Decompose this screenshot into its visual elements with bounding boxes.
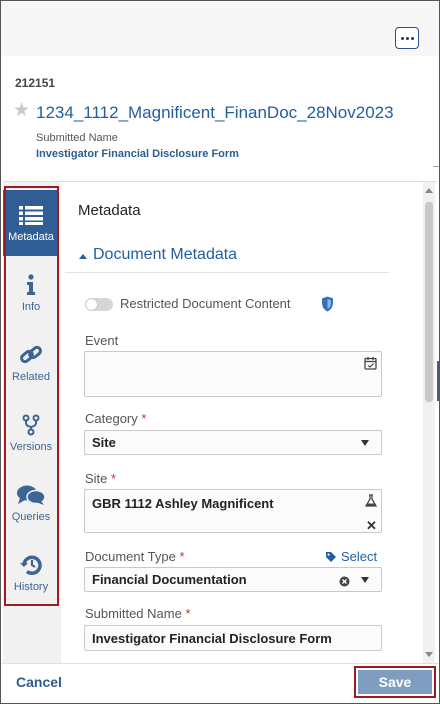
document-dialog: 212151 ★ 1234_1112_Magnificent_FinanDoc_… xyxy=(0,0,440,704)
ellipsis-icon xyxy=(400,36,404,40)
background-edge xyxy=(433,166,439,167)
sidebar-item-label: Info xyxy=(21,301,41,313)
details-panel: Metadata Info Related Versions Queries H… xyxy=(3,181,437,664)
shield-icon xyxy=(321,296,334,317)
sidebar-item-history[interactable]: History xyxy=(3,540,59,606)
submitted-name-input-value: Investigator Financial Disclosure Form xyxy=(92,631,332,646)
category-label: Category * xyxy=(85,411,147,426)
header-strip xyxy=(1,1,439,56)
star-icon[interactable]: ★ xyxy=(13,101,30,121)
document-type-label: Document Type * xyxy=(85,549,185,564)
metadata-content: Metadata Document Metadata Restricted Do… xyxy=(63,182,419,664)
dialog-footer: Cancel Save xyxy=(2,663,438,703)
scroll-up-arrow[interactable] xyxy=(425,188,433,193)
cancel-button[interactable]: Cancel xyxy=(16,674,62,690)
info-icon xyxy=(25,274,37,296)
event-label: Event xyxy=(85,333,119,348)
event-field[interactable] xyxy=(84,351,382,397)
sidebar-item-label: Versions xyxy=(9,441,53,453)
submitted-name-value: Investigator Financial Disclosure Form xyxy=(36,148,239,160)
scrollbar-thumb[interactable] xyxy=(425,202,433,402)
clear-circle-icon[interactable] xyxy=(339,574,350,592)
sidebar-item-label: Related xyxy=(12,371,50,383)
document-metadata-toggle[interactable]: Document Metadata xyxy=(65,237,389,273)
sidebar-item-versions[interactable]: Versions xyxy=(3,400,59,466)
chat-icon xyxy=(16,484,46,506)
save-button[interactable]: Save xyxy=(358,670,432,694)
site-value: GBR 1112 Ashley Magnificent xyxy=(92,496,274,511)
save-highlight-outline: Save xyxy=(354,666,436,698)
restricted-content-label: Restricted Document Content xyxy=(120,296,291,311)
more-options-button[interactable] xyxy=(395,27,419,49)
submitted-name-input[interactable]: Investigator Financial Disclosure Form xyxy=(84,625,382,651)
sidebar-item-related[interactable]: Related xyxy=(3,330,59,396)
chevron-down-icon[interactable] xyxy=(361,577,369,583)
scroll-down-arrow[interactable] xyxy=(425,652,433,657)
select-document-type-link[interactable]: Select xyxy=(325,549,377,564)
branch-icon xyxy=(22,414,40,436)
flask-icon[interactable] xyxy=(364,494,378,512)
sidebar-item-label: Metadata xyxy=(8,231,54,243)
sidebar-item-metadata[interactable]: Metadata xyxy=(3,190,59,256)
tag-icon xyxy=(326,551,336,562)
category-value: Site xyxy=(92,435,116,450)
document-title: 1234_1112_Magnificent_FinanDoc_28Nov2023 xyxy=(36,103,394,122)
group-title: Document Metadata xyxy=(93,246,238,263)
sidebar-item-info[interactable]: Info xyxy=(3,260,59,326)
restricted-content-toggle[interactable] xyxy=(85,298,113,311)
list-icon xyxy=(18,204,44,226)
submitted-name-field-label: Submitted Name * xyxy=(85,606,191,621)
calendar-icon[interactable] xyxy=(364,356,377,375)
clear-icon[interactable]: ✕ xyxy=(366,518,377,534)
chevron-down-icon[interactable] xyxy=(361,440,369,446)
site-label: Site * xyxy=(85,471,117,486)
link-icon xyxy=(19,344,43,366)
sidebar: Metadata Info Related Versions Queries H… xyxy=(3,182,61,664)
history-icon xyxy=(19,554,43,576)
sidebar-item-label: Queries xyxy=(11,511,51,523)
caret-up-icon xyxy=(79,254,87,259)
sidebar-item-label: History xyxy=(13,581,49,593)
sidebar-item-queries[interactable]: Queries xyxy=(3,470,59,536)
document-id: 212151 xyxy=(15,76,56,90)
category-select[interactable]: Site xyxy=(84,430,382,455)
document-type-value: Financial Documentation xyxy=(92,572,247,587)
section-title: Metadata xyxy=(78,202,141,219)
document-type-select[interactable]: Financial Documentation xyxy=(84,567,382,592)
site-field[interactable]: GBR 1112 Ashley Magnificent ✕ xyxy=(84,489,382,533)
submitted-name-label: Submitted Name xyxy=(36,132,118,144)
